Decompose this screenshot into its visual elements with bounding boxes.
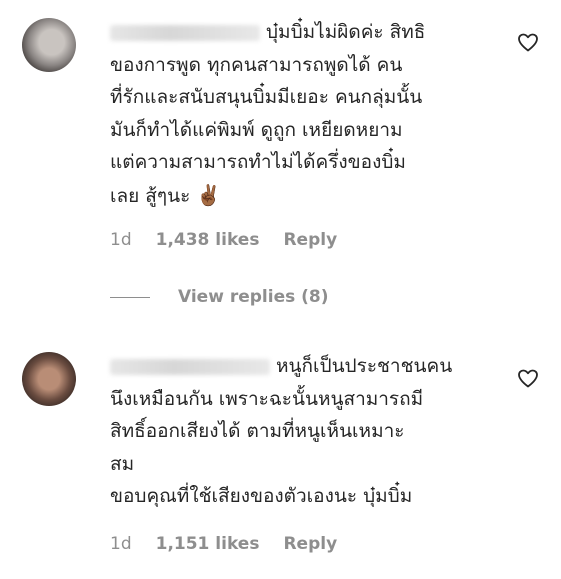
username-blurred[interactable] [110, 358, 270, 375]
timestamp[interactable]: 1d [110, 534, 132, 554]
reply-button[interactable]: Reply [283, 230, 337, 250]
heart-outline-icon[interactable] [516, 366, 540, 390]
comment-text: หนูก็เป็นประชาชนคน นึงเหมือนกัน เพราะฉะน… [110, 355, 453, 507]
reply-button[interactable]: Reply [283, 534, 337, 554]
avatar[interactable] [22, 352, 76, 406]
victory-hand-emoji: ✌🏾 [196, 182, 222, 207]
comment-meta: 1d 1,151 likes Reply [110, 534, 337, 554]
avatar[interactable] [22, 18, 76, 72]
comment-meta: 1d 1,438 likes Reply [110, 230, 337, 250]
timestamp[interactable]: 1d [110, 230, 132, 250]
likes-count[interactable]: 1,151 likes [156, 534, 260, 554]
username-blurred[interactable] [110, 24, 260, 41]
replies-divider [110, 296, 150, 298]
heart-outline-icon[interactable] [516, 30, 540, 54]
comment-text: บุ๋มบิ๋มไม่ผิดค่ะ สิทธิ ของการพูด ทุกคนส… [110, 21, 426, 207]
view-replies[interactable]: View replies (8) [110, 287, 329, 307]
likes-count[interactable]: 1,438 likes [156, 230, 260, 250]
view-replies-label[interactable]: View replies (8) [178, 287, 329, 307]
